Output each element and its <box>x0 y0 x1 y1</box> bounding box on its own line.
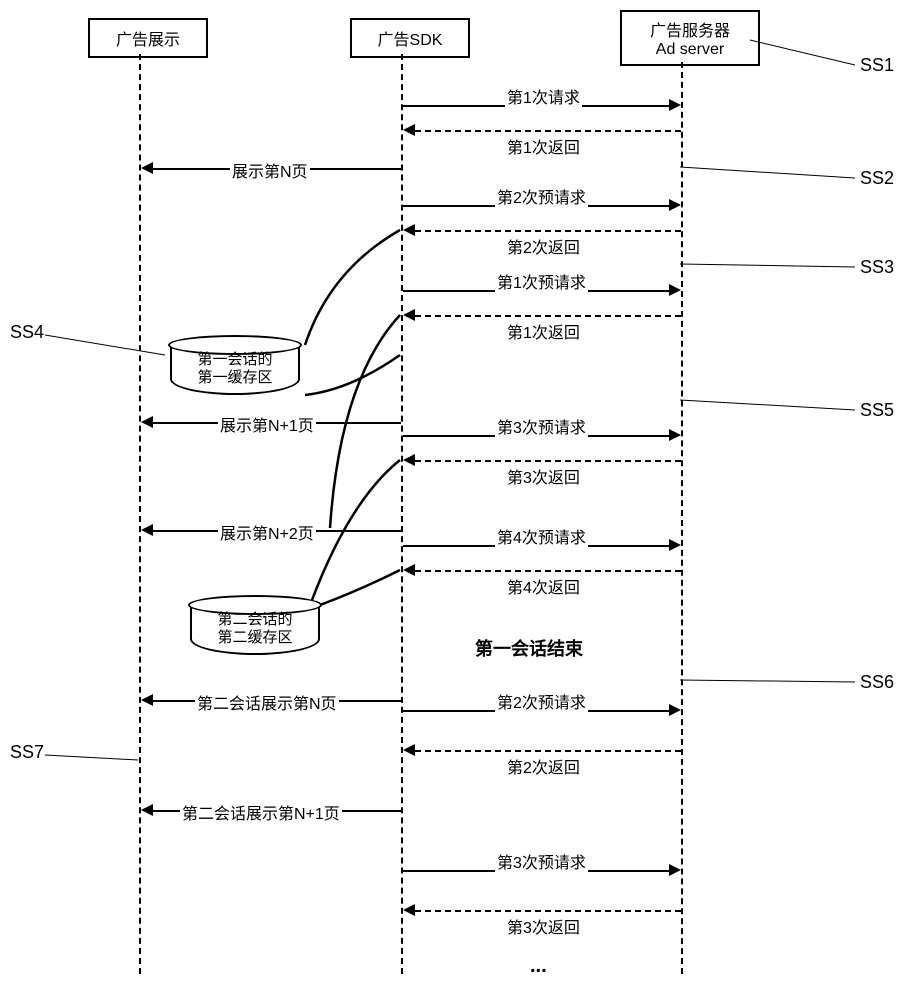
label-ellipsis: ... <box>530 955 547 978</box>
ss7-label: SS7 <box>10 742 44 763</box>
lifeline-sdk <box>401 54 403 974</box>
arrowhead-ret1 <box>403 124 415 136</box>
label-s2showN1: 第二会话展示第N+1页 <box>180 800 342 824</box>
arrowhead-ret1b <box>403 309 415 321</box>
arrow-ret1b <box>415 315 681 317</box>
label-showN1: 展示第N+1页 <box>218 412 316 436</box>
ss5-label: SS5 <box>860 400 894 421</box>
label-ret2: 第2次返回 <box>505 234 582 258</box>
arrowhead-s2ret3 <box>403 904 415 916</box>
label-preq3: 第3次预请求 <box>495 414 588 438</box>
arrow-s2ret2 <box>415 750 681 752</box>
arrowhead-req1 <box>669 99 681 111</box>
label-showN2: 展示第N+2页 <box>218 520 316 544</box>
cache1-line1: 第一会话的 <box>197 351 272 368</box>
label-ret3: 第3次返回 <box>505 464 582 488</box>
arrowhead-preq3 <box>669 429 681 441</box>
participant-server-label2: Ad server <box>656 41 724 59</box>
ss1-label: SS1 <box>860 55 894 76</box>
participant-display: 广告展示 <box>88 18 208 58</box>
label-s2preq3: 第3次预请求 <box>495 849 588 873</box>
arrowhead-ret3 <box>403 454 415 466</box>
label-ret1b: 第1次返回 <box>505 319 582 343</box>
arrowhead-showN1 <box>141 416 153 428</box>
cache2-line1: 第二会话的 <box>217 611 292 628</box>
label-preq4: 第4次预请求 <box>495 524 588 548</box>
participant-server: 广告服务器 Ad server <box>620 10 760 66</box>
label-s2ret3: 第3次返回 <box>505 914 582 938</box>
arrowhead-s2ret2 <box>403 744 415 756</box>
ss4-label: SS4 <box>10 322 44 343</box>
arrowhead-showN <box>141 162 153 174</box>
lifeline-server <box>681 62 683 974</box>
arrowhead-preq1 <box>669 284 681 296</box>
arrow-s2ret3 <box>415 910 681 912</box>
participant-display-label: 广告展示 <box>116 26 180 50</box>
arrow-ret4 <box>415 570 681 572</box>
participant-sdk: 广告SDK <box>350 18 470 58</box>
arrowhead-s2showN1 <box>141 804 153 816</box>
ss3-label: SS3 <box>860 257 894 278</box>
arrowhead-showN2 <box>141 524 153 536</box>
cache1-line2: 第一缓存区 <box>197 369 272 386</box>
lifeline-display <box>139 54 141 974</box>
arrowhead-preq2 <box>669 199 681 211</box>
participant-sdk-label: 广告SDK <box>378 26 443 50</box>
ss2-label: SS2 <box>860 168 894 189</box>
arrow-ret1 <box>415 130 681 132</box>
arrow-ret3 <box>415 460 681 462</box>
label-ret1: 第1次返回 <box>505 134 582 158</box>
label-req1: 第1次请求 <box>505 84 582 108</box>
cache-cylinder-1: 第一会话的 第一缓存区 <box>170 345 300 397</box>
label-preq1: 第1次预请求 <box>495 269 588 293</box>
arrow-ret2 <box>415 230 681 232</box>
ss6-label: SS6 <box>860 672 894 693</box>
label-showN: 展示第N页 <box>230 158 310 182</box>
arrowhead-ret2 <box>403 224 415 236</box>
label-s2preq2: 第2次预请求 <box>495 689 588 713</box>
cache2-line2: 第二缓存区 <box>217 629 292 646</box>
label-session1-end: 第一会话结束 <box>475 635 583 661</box>
label-s2ret2: 第2次返回 <box>505 754 582 778</box>
cache-cylinder-2: 第二会话的 第二缓存区 <box>190 605 320 657</box>
label-s2showN: 第二会话展示第N页 <box>195 690 339 714</box>
arrowhead-preq4 <box>669 539 681 551</box>
arrowhead-ret4 <box>403 564 415 576</box>
participant-server-label1: 广告服务器 <box>650 17 730 41</box>
arrowhead-s2showN <box>141 694 153 706</box>
label-ret4: 第4次返回 <box>505 574 582 598</box>
arrowhead-s2preq3 <box>669 864 681 876</box>
label-preq2: 第2次预请求 <box>495 184 588 208</box>
arrowhead-s2preq2 <box>669 704 681 716</box>
